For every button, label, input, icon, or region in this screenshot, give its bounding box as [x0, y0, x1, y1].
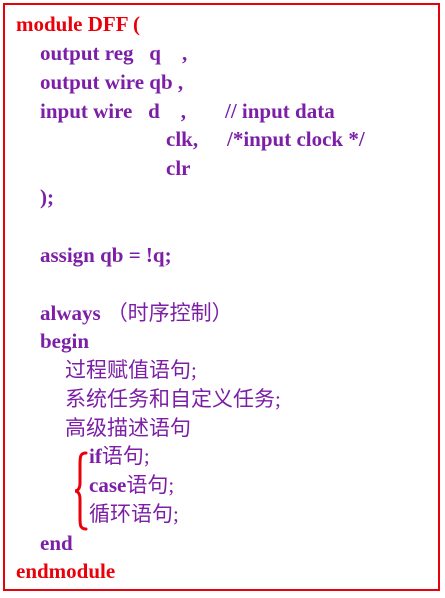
sub-item-case: case语句;: [89, 473, 174, 497]
line-input-wire: input wire d ,: [40, 99, 187, 123]
line-assign: assign qb = !q;: [40, 243, 172, 267]
item-high-level: 高级描述语句: [65, 416, 191, 440]
line-begin: begin: [40, 329, 90, 353]
item-system-tasks: 系统任务和自定义任务;: [65, 387, 281, 411]
comment-input-clock: /*input clock */: [227, 127, 365, 151]
sub-item-loop: 循环语句;: [89, 502, 179, 526]
line-clr: clr: [166, 156, 191, 180]
sub-item-if: if语句;: [89, 444, 150, 468]
module-name: DFF (: [82, 12, 141, 36]
line-module-decl: module DFF (: [16, 12, 140, 36]
curly-brace-icon: [74, 451, 88, 531]
line-end: end: [40, 531, 73, 555]
case-label: 语句;: [126, 473, 175, 497]
item-procedural-assign: 过程赋值语句;: [65, 358, 197, 382]
comment-input-data: // input data: [225, 99, 335, 123]
line-output-reg: output reg q ,: [40, 41, 188, 65]
line-output-wire: output wire qb ,: [40, 70, 184, 94]
line-endmodule: endmodule: [16, 559, 116, 583]
if-keyword: if: [89, 444, 102, 468]
line-clk: clk,: [166, 127, 199, 151]
always-keyword: always: [40, 301, 101, 325]
line-always: always （时序控制）: [40, 301, 233, 325]
line-ports-close: );: [40, 185, 54, 209]
case-keyword: case: [89, 473, 127, 497]
if-label: 语句;: [101, 444, 150, 468]
code-frame: module DFF ( output reg q , output wire …: [3, 3, 440, 591]
always-note: （时序控制）: [106, 301, 233, 325]
module-keyword: module: [16, 12, 83, 36]
